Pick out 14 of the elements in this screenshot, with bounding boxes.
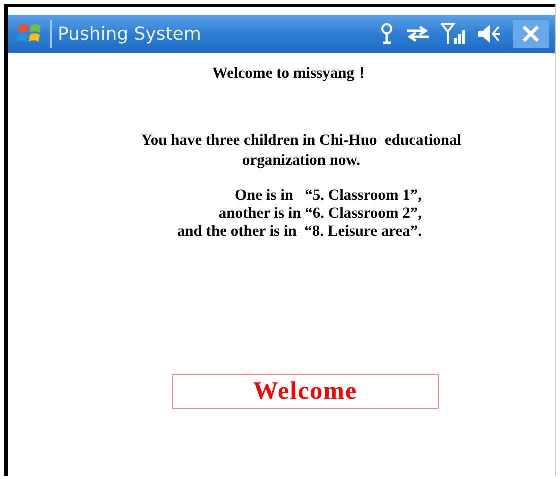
- antenna-icon[interactable]: [379, 23, 395, 45]
- intro-text: You have three children in Chi-Huo educational: [141, 131, 462, 151]
- location-text: and the other is in “8. Leisure area”.: [177, 223, 422, 241]
- greeting-text: Welcome to missyang！: [212, 64, 371, 84]
- location-text: another is in “6. Classroom 2”,: [218, 205, 422, 223]
- intro-text: organization now.: [242, 151, 360, 171]
- location-text: One is in “5. Classroom 1”,: [234, 187, 422, 205]
- speaker-icon[interactable]: [477, 24, 503, 44]
- sync-arrows-icon[interactable]: [405, 25, 431, 43]
- close-icon: [522, 25, 540, 43]
- welcome-button[interactable]: Welcome: [172, 374, 439, 409]
- signal-strength-icon[interactable]: [441, 22, 467, 46]
- window-title: Pushing System: [58, 24, 202, 44]
- close-button[interactable]: [513, 20, 549, 48]
